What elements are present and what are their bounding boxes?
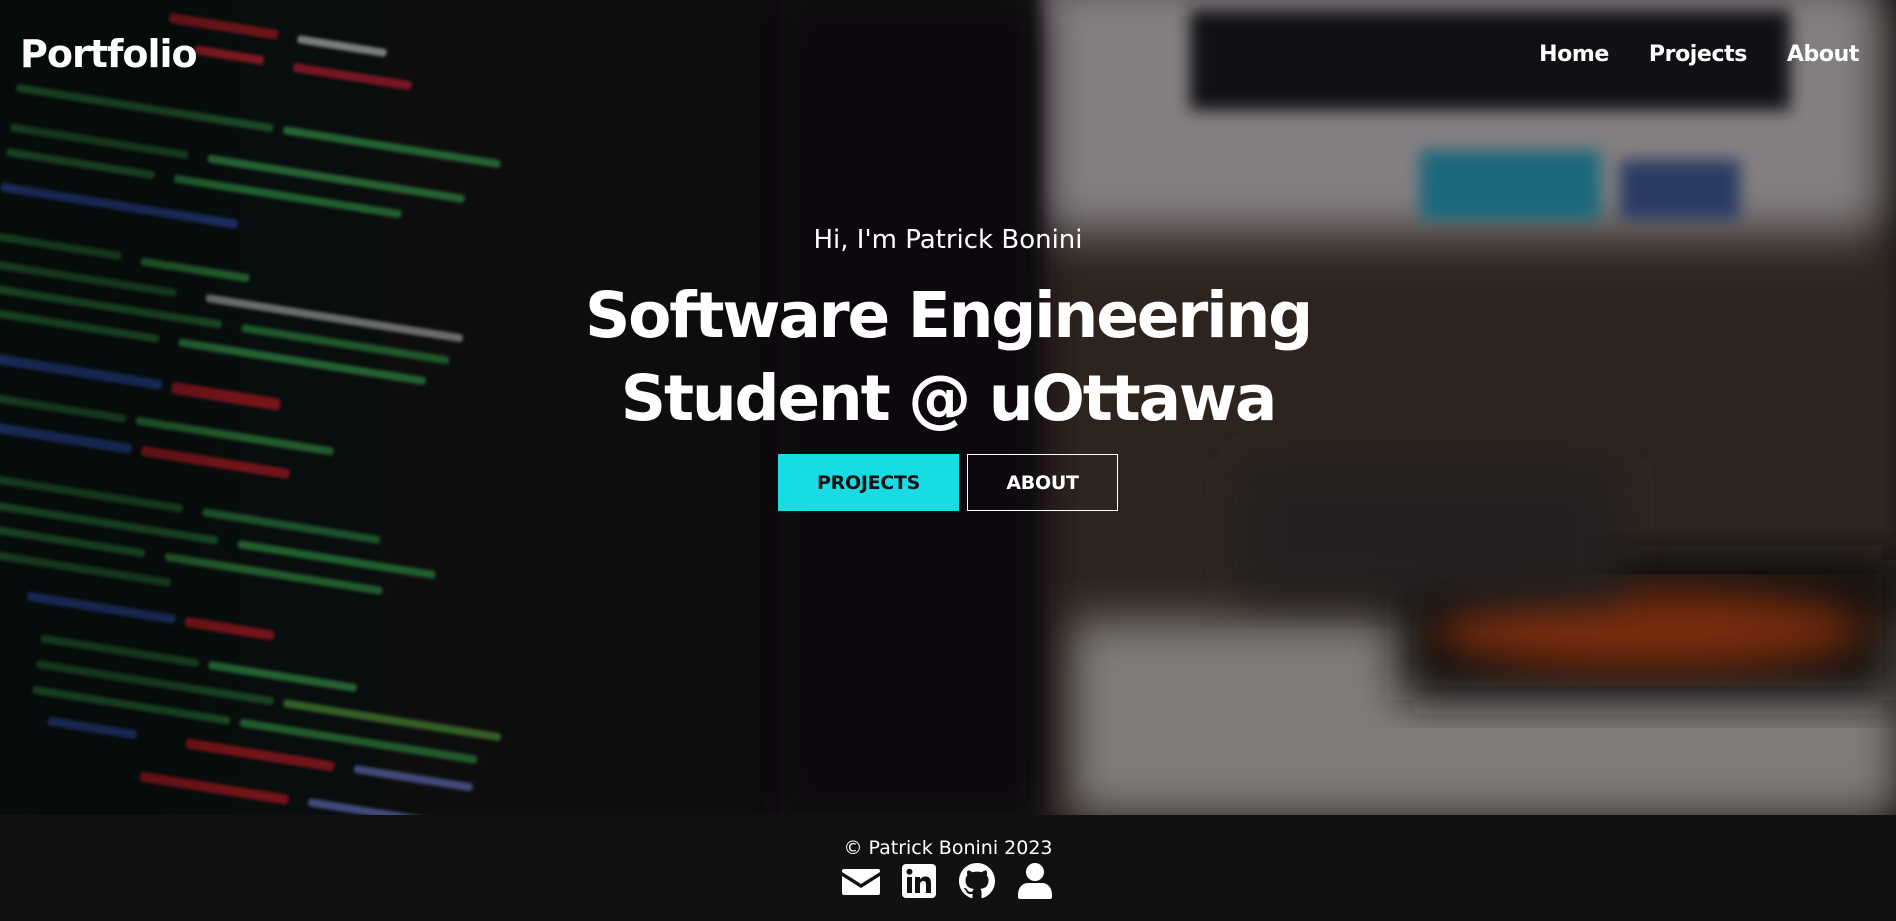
nav-link-home[interactable]: Home (1539, 42, 1609, 67)
nav-link-projects[interactable]: Projects (1649, 42, 1747, 67)
hero-content: Hi, I'm Patrick Bonini Software Engineer… (0, 220, 1896, 511)
nav-links: Home Projects About (1539, 42, 1859, 67)
hero-intro: Hi, I'm Patrick Bonini (813, 225, 1083, 255)
nav-link-about[interactable]: About (1787, 42, 1859, 67)
linkedin-link[interactable] (900, 862, 938, 900)
hero-cta-row: PROJECTS ABOUT (0, 454, 1896, 511)
github-link[interactable] (958, 862, 996, 900)
projects-button[interactable]: PROJECTS (778, 454, 959, 511)
email-link[interactable] (842, 862, 880, 900)
hero-headline: Software Engineering Student @ uOttawa (584, 279, 1313, 435)
hero-section: Portfolio Home Projects About Hi, I'm Pa… (0, 0, 1896, 815)
envelope-icon (842, 869, 880, 895)
user-icon (1018, 863, 1052, 899)
navbar: Portfolio Home Projects About (0, 0, 1896, 112)
brand-logo-link[interactable]: Portfolio (20, 32, 198, 76)
footer: © Patrick Bonini 2023 (0, 815, 1896, 921)
copyright-text: © Patrick Bonini 2023 (843, 837, 1053, 859)
linkedin-icon (902, 864, 936, 898)
about-profile-link[interactable] (1016, 862, 1054, 900)
about-button[interactable]: ABOUT (967, 454, 1118, 511)
github-icon (959, 863, 995, 899)
social-links (0, 862, 1896, 900)
